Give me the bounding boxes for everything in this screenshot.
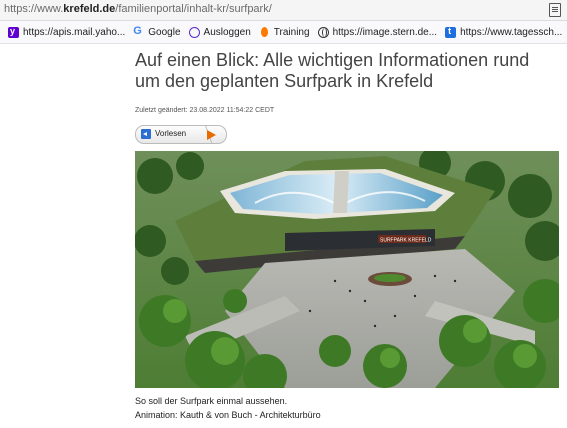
sign-text: SURFPARK KREFELD (380, 238, 432, 244)
play-icon[interactable] (207, 130, 216, 140)
logout-icon (188, 26, 200, 38)
address-bar[interactable]: https://www.krefeld.de/familienportal/in… (0, 0, 567, 21)
reader-view-icon[interactable] (549, 3, 561, 17)
url-domain: krefeld.de (63, 3, 116, 15)
bookmark-label: Ausloggen (203, 26, 251, 38)
google-icon (133, 25, 144, 38)
bookmark-label: https://image.stern.de... (332, 26, 438, 38)
tagesschau-icon (445, 26, 457, 38)
bookmark-stern[interactable]: https://image.stern.de... (317, 26, 438, 38)
read-aloud-button[interactable]: Vorlesen (135, 125, 227, 144)
url-path: /familienportal/inhalt-kr/surfpark/ (115, 3, 272, 15)
bookmark-yahoo[interactable]: https://apis.mail.yaho... (8, 26, 126, 38)
last-modified: Zuletzt geändert: 23.08.2022 11:54:22 CE… (135, 107, 275, 114)
url-prefix: https://www. (4, 3, 64, 15)
image-caption: So soll der Surfpark einmal aussehen. An… (135, 394, 321, 422)
caption-line-1: So soll der Surfpark einmal aussehen. (135, 396, 288, 406)
page-title: Auf einen Blick: Alle wichtigen Informat… (135, 50, 530, 91)
globe-icon (317, 26, 329, 38)
bookmarks-bar: https://apis.mail.yaho... Google Auslogg… (0, 21, 567, 44)
bookmark-tagesschau[interactable]: https://www.tagessch... (445, 26, 563, 38)
bookmark-google[interactable]: Google (133, 25, 181, 38)
url-text[interactable]: https://www.krefeld.de/familienportal/in… (4, 3, 272, 15)
bookmark-label: https://apis.mail.yaho... (23, 26, 126, 38)
speaker-icon (141, 129, 151, 139)
bookmark-label: Google (148, 26, 181, 38)
bookmark-ausloggen[interactable]: Ausloggen (188, 26, 251, 38)
caption-credit: Animation: Kauth & von Buch - Architektu… (135, 410, 321, 420)
yahoo-icon (8, 26, 19, 38)
fire-icon (259, 26, 270, 38)
bookmark-training[interactable]: Training (259, 26, 310, 38)
read-aloud-label: Vorlesen (155, 129, 187, 138)
bookmark-label: Training (273, 26, 310, 38)
surfpark-rendering-image: SURFPARK KREFELD (135, 151, 559, 388)
bookmark-label: https://www.tagessch... (460, 26, 563, 38)
